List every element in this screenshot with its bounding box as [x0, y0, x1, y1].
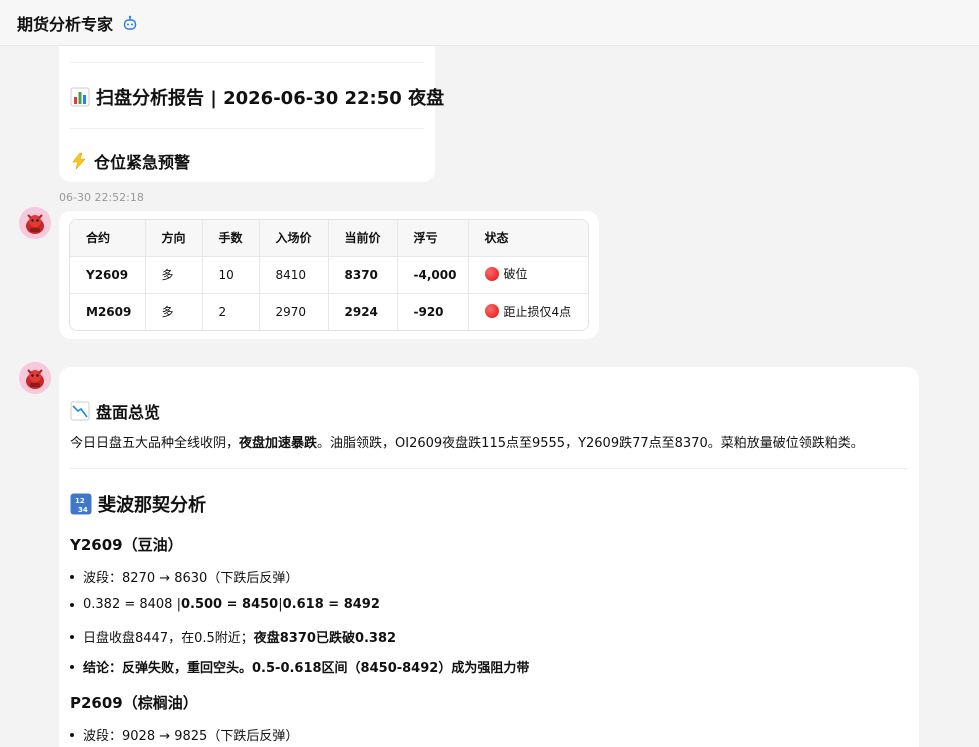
positions-table: 合约 方向 手数 入场价 当前价 浮亏 状态 Y2609 多 10 8410 8… [69, 219, 589, 331]
svg-text:12: 12 [75, 497, 85, 505]
col-status: 状态 [468, 220, 588, 257]
cell-lots: 2 [202, 293, 260, 330]
list-item: 波段：9028 → 9825（下跌后反弹） [70, 725, 298, 744]
app-title: 期货分析专家 [17, 14, 114, 34]
cell-status: 破位 [468, 256, 588, 294]
message-timestamp: 06-30 22:52:18 [59, 191, 144, 204]
table-row: M2609 多 2 2970 2924 -920 距止损仅4点 [70, 293, 588, 330]
bullet [70, 574, 74, 579]
list-item-bold: 夜盘8370已跌破0.382 [253, 631, 397, 646]
list-item-text: 波段：9028 → 9825（下跌后反弹） [83, 729, 299, 744]
robot-icon[interactable] [122, 15, 138, 31]
report-title: 扫盘分析报告 | 2026-06-30 22:50 夜盘 [70, 84, 444, 110]
message-bubble-analysis: 盘面总览 今日日盘五大品种全线收阴，夜盘加速暴跌。油脂领跌，OI2609夜盘跌1… [59, 367, 919, 747]
col-direction: 方向 [145, 220, 203, 257]
svg-text:34: 34 [78, 506, 88, 514]
table-row: Y2609 多 10 8410 8370 -4,000 破位 [70, 256, 588, 294]
fib-title-text: 斐波那契分析 [98, 495, 206, 516]
divider [70, 62, 424, 63]
bullet [70, 732, 74, 737]
list-item-text: 波段：8270 → 8630（下跌后反弹） [83, 571, 299, 586]
cell-entry: 8410 [259, 256, 329, 294]
list-item: 0.382 = 8408 | 0.500 = 8450 | 0.618 = 849… [70, 597, 380, 612]
cell-contract: M2609 [70, 293, 146, 330]
table-header-row: 合约 方向 手数 入场价 当前价 浮亏 状态 [70, 220, 588, 257]
overview-text: 今日日盘五大品种全线收阴， [70, 436, 240, 451]
bar-chart-icon [70, 87, 90, 107]
list-item-bold: 0.5-0.618区间（8450-8492）成为强阻力带 [252, 661, 530, 676]
list-item: 日盘收盘8447，在0.5附近； 夜盘8370已跌破0.382 [70, 627, 396, 646]
assistant-avatar[interactable] [19, 362, 51, 394]
col-contract: 合约 [70, 220, 146, 257]
top-bar: 期货分析专家 [0, 0, 979, 46]
list-item-text: 日盘收盘8447，在0.5附近； [83, 631, 254, 646]
overview-paragraph: 今日日盘五大品种全线收阴，夜盘加速暴跌。油脂领跌，OI2609夜盘跌115点至9… [70, 432, 864, 451]
cell-entry: 2970 [259, 293, 329, 330]
list-item-text: 0.382 = 8408 | [83, 597, 181, 612]
bullet [70, 602, 74, 607]
chart-decreasing-icon [70, 401, 90, 421]
cell-direction: 多 [145, 256, 203, 294]
col-lots: 手数 [202, 220, 260, 257]
message-bubble-positions: 合约 方向 手数 入场价 当前价 浮亏 状态 Y2609 多 10 8410 8… [59, 211, 599, 339]
message-bubble-report-header: 扫盘分析报告 | 2026-06-30 22:50 夜盘 仓位紧急预警 [59, 46, 444, 182]
cell-direction: 多 [145, 293, 203, 330]
list-item-bold: 结论：反弹失败，重回空头。 [83, 661, 253, 676]
red-circle-icon [484, 304, 499, 318]
p2609-title: P2609（棕榈油） [70, 694, 198, 712]
col-current: 当前价 [328, 220, 398, 257]
report-title-text: 扫盘分析报告 | 2026-06-30 22:50 夜盘 [96, 88, 445, 109]
divider [70, 128, 424, 129]
cell-current: 2924 [328, 293, 398, 330]
list-item: 波段：8270 → 8630（下跌后反弹） [70, 567, 298, 586]
col-entry: 入场价 [259, 220, 329, 257]
bullet [70, 664, 74, 669]
red-circle-icon [484, 266, 499, 281]
alert-title: 仓位紧急预警 [70, 149, 190, 173]
overview-title-text: 盘面总览 [96, 403, 161, 422]
lightning-icon [70, 152, 88, 170]
list-item-bold: 0.500 = 8450 [180, 597, 279, 612]
bullet [70, 634, 74, 639]
assistant-avatar[interactable] [19, 207, 51, 239]
cell-status: 距止损仅4点 [468, 293, 588, 330]
cell-contract: Y2609 [70, 256, 146, 294]
status-text: 距止损仅4点 [503, 304, 572, 319]
overview-text: 。油脂领跌，OI2609夜盘跌115点至9555，Y2609跌77点至8370。… [317, 436, 864, 451]
overview-text-bold: 夜盘加速暴跌 [239, 436, 318, 451]
status-text: 破位 [503, 267, 528, 282]
col-pnl: 浮亏 [397, 220, 469, 257]
fib-title: 12 34 斐波那契分析 [70, 491, 206, 517]
list-item: 结论：反弹失败，重回空头。 0.5-0.618区间（8450-8492）成为强阻力… [70, 657, 529, 676]
list-item-bold: 0.618 = 8492 [282, 597, 380, 612]
y2609-title: Y2609（豆油） [70, 536, 183, 554]
numbers-icon: 12 34 [70, 493, 92, 515]
divider [70, 468, 908, 469]
overview-title: 盘面总览 [70, 399, 160, 423]
cell-current: 8370 [328, 256, 398, 294]
cell-pnl: -4,000 [397, 256, 469, 294]
alert-title-text: 仓位紧急预警 [94, 153, 191, 172]
cell-lots: 10 [202, 256, 260, 294]
cell-pnl: -920 [397, 293, 469, 330]
